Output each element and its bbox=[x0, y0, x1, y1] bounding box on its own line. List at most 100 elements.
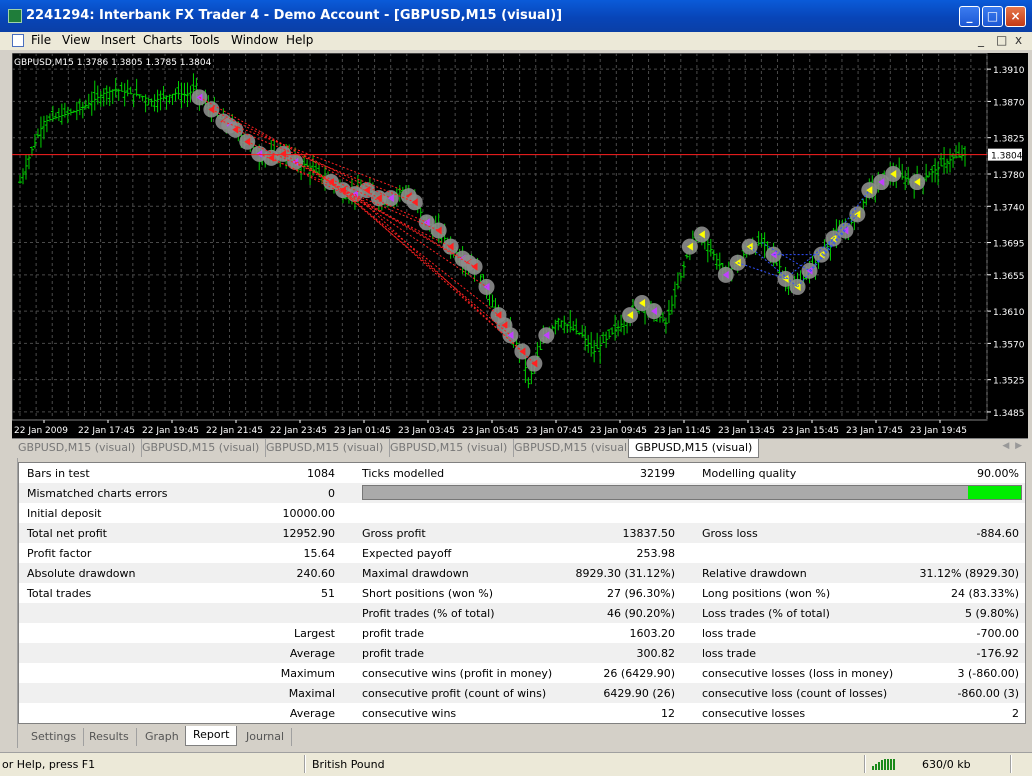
label: Mismatched charts errors bbox=[27, 487, 168, 500]
label: loss trade bbox=[702, 647, 757, 660]
tab-chart-5[interactable]: GBPUSD,M15 (visual) bbox=[508, 439, 639, 457]
status-separator bbox=[864, 755, 866, 773]
label: Loss trades (% of total) bbox=[702, 607, 830, 620]
label: Maximal bbox=[288, 687, 335, 700]
tab-report[interactable]: Report bbox=[185, 726, 238, 746]
value: 5 (9.80%) bbox=[964, 607, 1019, 620]
report-row: Profit factor 15.64 Expected payoff 253.… bbox=[19, 543, 1025, 563]
label: Maximum bbox=[280, 667, 335, 680]
label: profit trade bbox=[362, 647, 425, 660]
value: 8929.30 (31.12%) bbox=[575, 567, 675, 580]
tab-chart-4[interactable]: GBPUSD,M15 (visual) bbox=[384, 439, 515, 457]
modelling-quality-fill bbox=[968, 486, 1021, 499]
menu-insert[interactable]: Insert bbox=[101, 33, 135, 47]
x-tick-label: 23 Jan 09:45 bbox=[590, 426, 647, 436]
label: consecutive wins bbox=[362, 707, 457, 720]
value: -884.60 bbox=[976, 527, 1019, 540]
label: Largest bbox=[294, 627, 335, 640]
report-row: Initial deposit 10000.00 bbox=[19, 503, 1025, 523]
label: Total trades bbox=[27, 587, 92, 600]
mdi-restore-button[interactable]: □ bbox=[996, 33, 1007, 47]
maximize-button[interactable]: □ bbox=[982, 6, 1003, 27]
menu-tools[interactable]: Tools bbox=[190, 33, 220, 47]
report-row: Mismatched charts errors 0 bbox=[19, 483, 1025, 503]
chart-tabs: GBPUSD,M15 (visual) GBPUSD,M15 (visual) … bbox=[12, 438, 1028, 458]
value: -860.00 (3) bbox=[957, 687, 1019, 700]
report-row: Total net profit 12952.90 Gross profit 1… bbox=[19, 523, 1025, 543]
x-tick-label: 23 Jan 03:45 bbox=[398, 426, 455, 436]
tab-scroll-arrows[interactable]: ◀ ▶ bbox=[1002, 441, 1022, 451]
mdi-close-button[interactable]: x bbox=[1015, 33, 1022, 47]
value: 15.64 bbox=[303, 547, 336, 560]
label: Long positions (won %) bbox=[702, 587, 831, 600]
tab-graph[interactable]: Graph bbox=[138, 728, 187, 746]
value: 90.00% bbox=[977, 467, 1019, 480]
tab-chart-3[interactable]: GBPUSD,M15 (visual) bbox=[260, 439, 391, 457]
y-tick-label: 1.3740 bbox=[993, 203, 1025, 213]
value: 26 (6429.90) bbox=[603, 667, 675, 680]
x-tick-label: 22 Jan 21:45 bbox=[206, 426, 263, 436]
label: consecutive profit (count of wins) bbox=[362, 687, 547, 700]
y-tick-label: 1.3780 bbox=[993, 171, 1025, 181]
menu-bar: File View Insert Charts Tools Window Hel… bbox=[0, 32, 1032, 50]
x-tick-label: 22 Jan 23:45 bbox=[270, 426, 327, 436]
status-separator bbox=[1010, 755, 1012, 773]
label: consecutive wins (profit in money) bbox=[362, 667, 553, 680]
status-separator bbox=[304, 755, 306, 773]
value: 1603.20 bbox=[629, 627, 676, 640]
tester-tabs: Settings Results Graph Report Journal bbox=[18, 726, 1026, 748]
chart-canvas[interactable]: 1.3910 1.3870 1.3825 1.3780 1.3740 1.3695 1.36… bbox=[12, 53, 1028, 438]
x-tick-label: 23 Jan 17:45 bbox=[846, 426, 903, 436]
report-row: Total trades 51 Short positions (won %) … bbox=[19, 583, 1025, 603]
label: Average bbox=[289, 707, 335, 720]
close-button[interactable]: × bbox=[1005, 6, 1026, 27]
document-icon[interactable] bbox=[12, 34, 24, 47]
y-tick-label: 1.3610 bbox=[993, 308, 1025, 318]
report-row: Maximal consecutive profit (count of win… bbox=[19, 683, 1025, 703]
y-tick-label: 1.3655 bbox=[993, 272, 1025, 282]
menu-file[interactable]: File bbox=[31, 33, 51, 47]
mdi-minimize-button[interactable]: _ bbox=[978, 33, 984, 47]
menu-help[interactable]: Help bbox=[286, 33, 313, 47]
y-tick-label: 1.3525 bbox=[993, 377, 1025, 387]
tab-chart-2[interactable]: GBPUSD,M15 (visual) bbox=[136, 439, 267, 457]
tab-chart-1[interactable]: GBPUSD,M15 (visual) bbox=[12, 439, 143, 457]
value: 46 (90.20%) bbox=[606, 607, 675, 620]
tab-journal[interactable]: Journal bbox=[239, 728, 293, 746]
tab-chart-6[interactable]: GBPUSD,M15 (visual) bbox=[628, 439, 760, 458]
value: 12 bbox=[661, 707, 675, 720]
report-row: Absolute drawdown 240.60 Maximal drawdow… bbox=[19, 563, 1025, 583]
tab-results[interactable]: Results bbox=[82, 728, 137, 746]
modelling-quality-bar bbox=[362, 485, 1022, 500]
y-tick-label: 1.3910 bbox=[993, 66, 1025, 76]
label: consecutive losses bbox=[702, 707, 806, 720]
title-bar: 2241294: Interbank FX Trader 4 - Demo Ac… bbox=[0, 0, 1032, 32]
x-tick-label: 23 Jan 01:45 bbox=[334, 426, 391, 436]
window-title: 2241294: Interbank FX Trader 4 - Demo Ac… bbox=[26, 8, 563, 23]
app-icon bbox=[8, 9, 22, 23]
tab-settings[interactable]: Settings bbox=[24, 728, 85, 746]
menu-view[interactable]: View bbox=[62, 33, 90, 47]
price-chart[interactable]: 1.3910 1.3870 1.3825 1.3780 1.3740 1.3695 1.36… bbox=[12, 53, 1028, 438]
label: Average bbox=[289, 647, 335, 660]
label: Total net profit bbox=[27, 527, 107, 540]
value: 12952.90 bbox=[282, 527, 336, 540]
value: 253.98 bbox=[636, 547, 676, 560]
value: 32199 bbox=[640, 467, 675, 480]
value: 2 bbox=[1012, 707, 1019, 720]
value: 10000.00 bbox=[282, 507, 336, 520]
status-traffic: 630/0 kb bbox=[922, 758, 971, 771]
label: Profit trades (% of total) bbox=[362, 607, 495, 620]
menu-window[interactable]: Window bbox=[231, 33, 278, 47]
value: 240.60 bbox=[296, 567, 336, 580]
minimize-button[interactable]: _ bbox=[959, 6, 980, 27]
label: Bars in test bbox=[27, 467, 90, 480]
menu-charts[interactable]: Charts bbox=[143, 33, 182, 47]
status-help: or Help, press F1 bbox=[2, 758, 96, 771]
report-panel: Bars in test 1084 Ticks modelled 32199 M… bbox=[18, 462, 1026, 724]
y-tick-label: 1.3870 bbox=[993, 98, 1025, 108]
value: 51 bbox=[321, 587, 335, 600]
x-tick-label: 22 Jan 2009 bbox=[14, 426, 68, 436]
value: -176.92 bbox=[976, 647, 1019, 660]
value: 6429.90 (26) bbox=[603, 687, 675, 700]
